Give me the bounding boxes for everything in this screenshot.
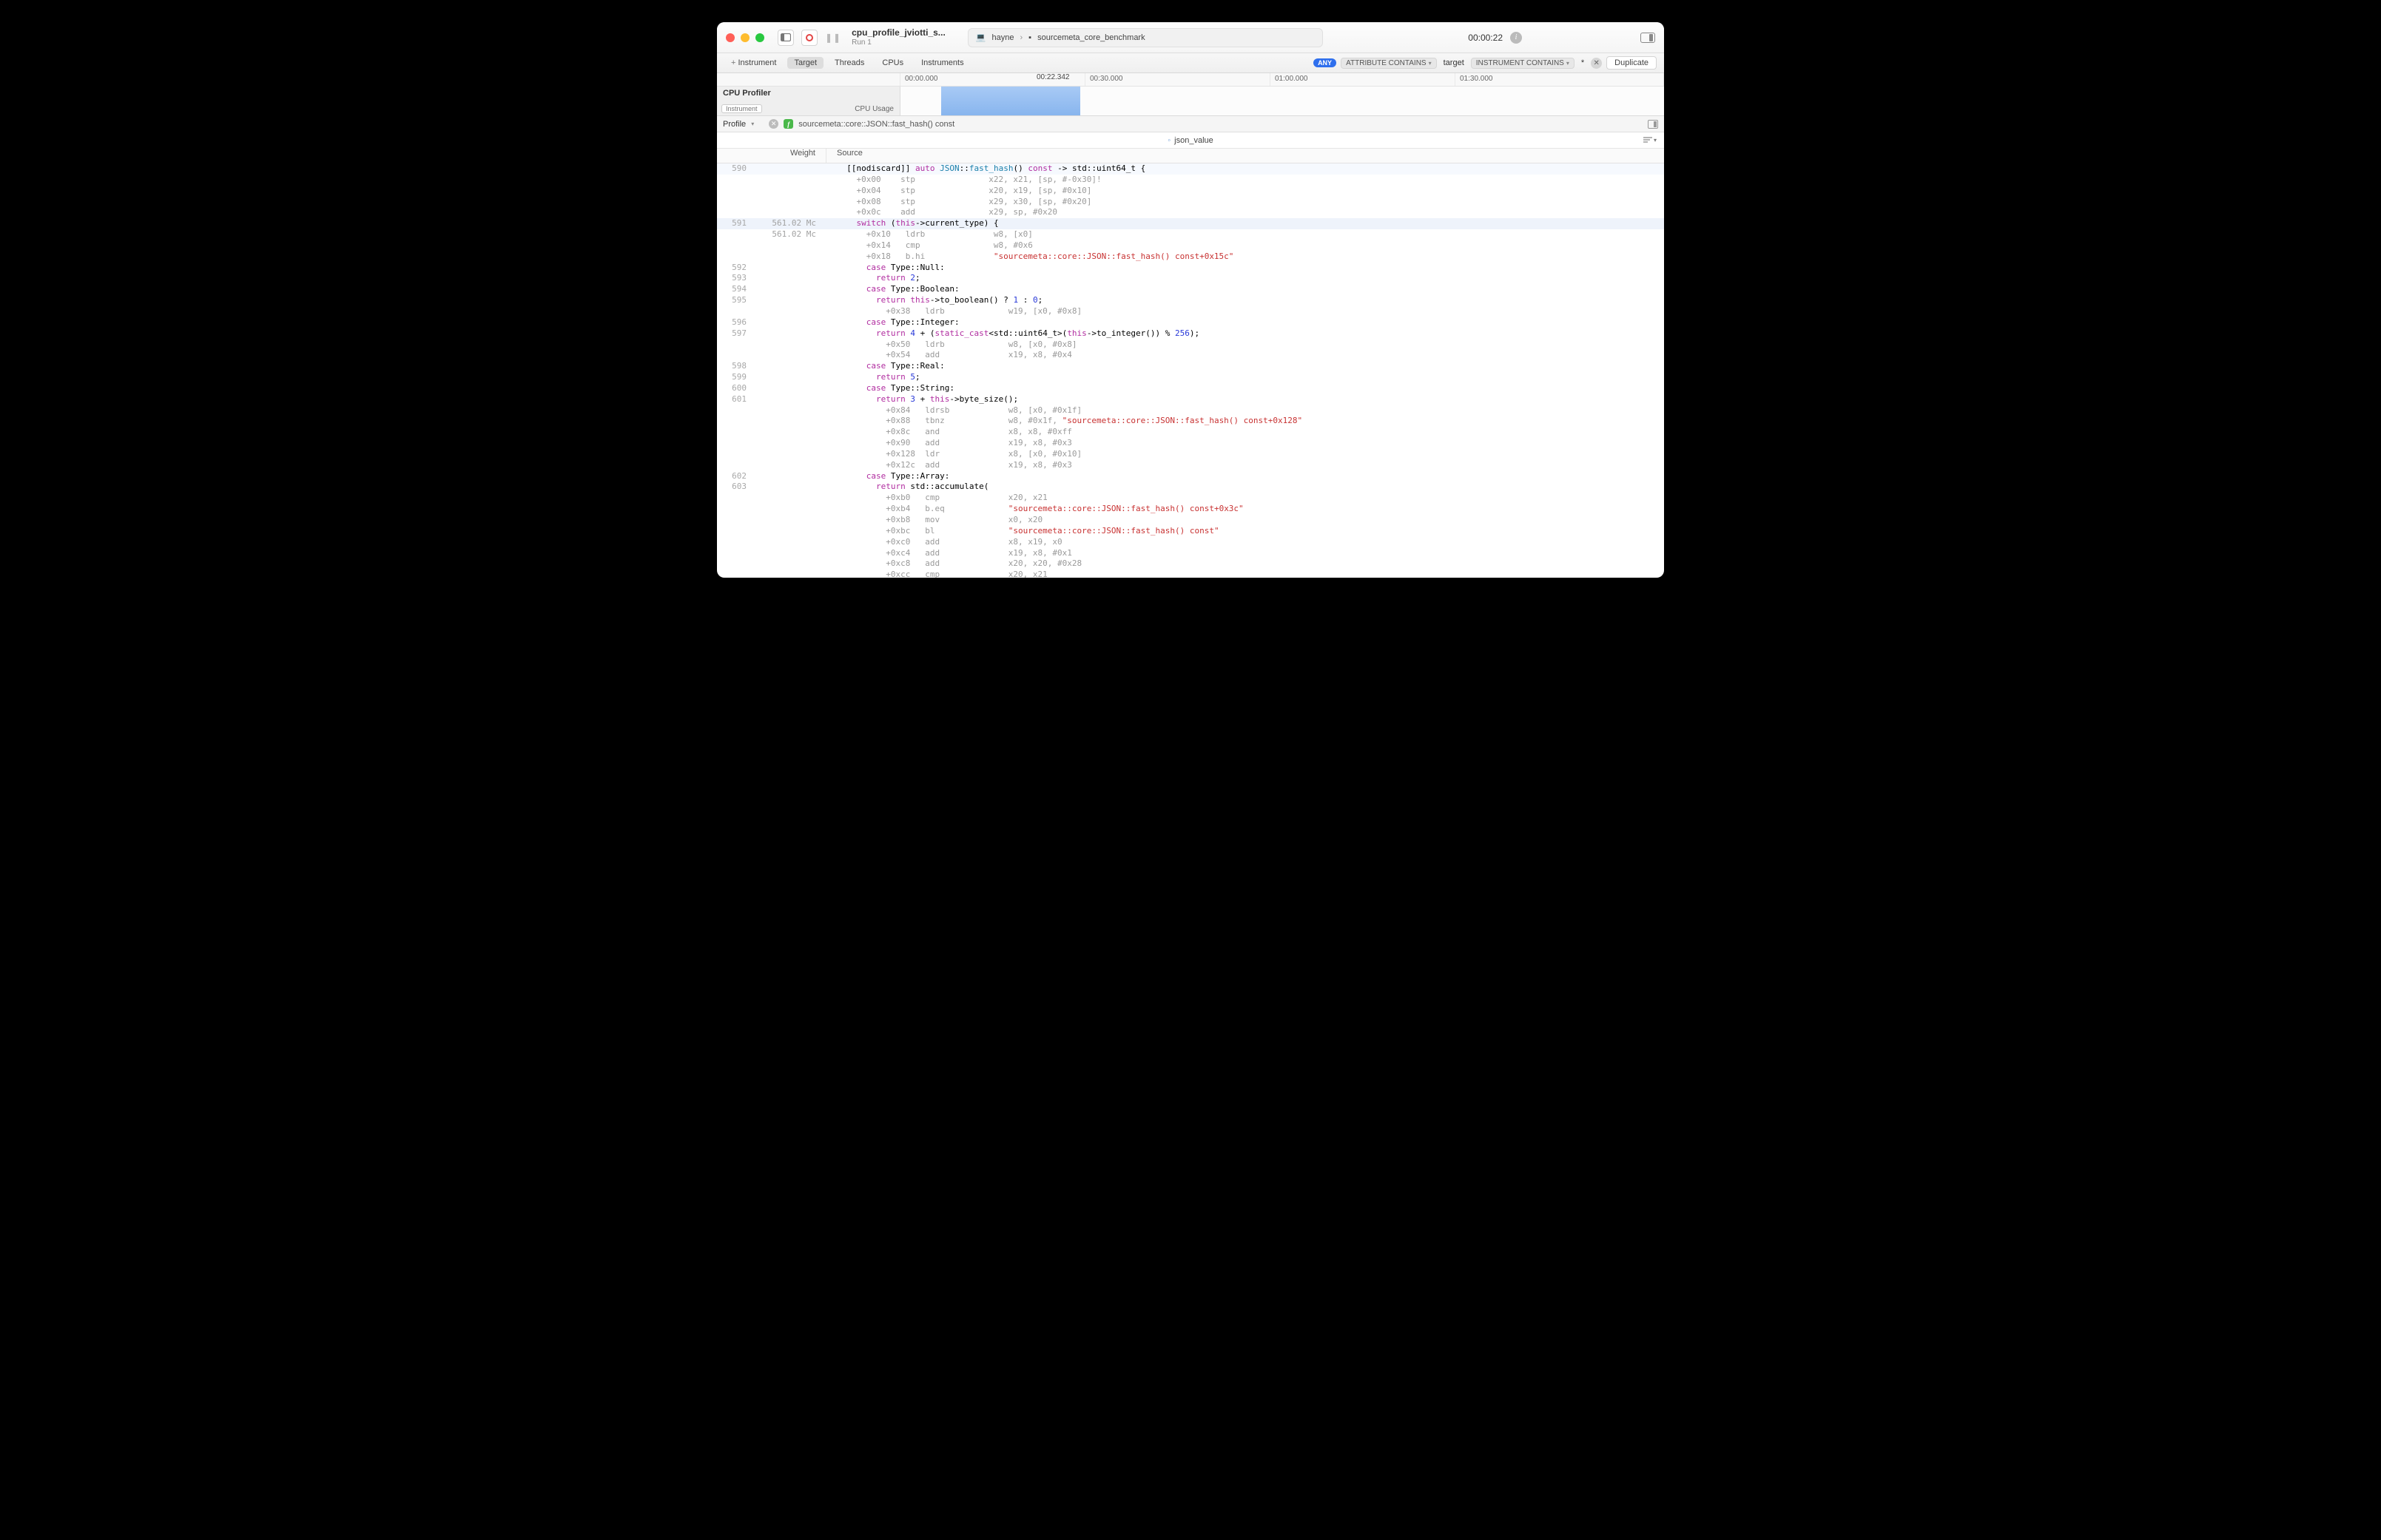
source-line[interactable]: +0x08 stp x29, x30, [sp, #0x20] <box>717 197 1664 208</box>
traffic-lights <box>726 33 764 42</box>
source-line[interactable]: +0xb0 cmp x20, x21 <box>717 493 1664 504</box>
pause-button[interactable]: ❚❚ <box>825 33 841 43</box>
track-plot[interactable]: 00:22.342 <box>900 87 1664 115</box>
tab-cpus[interactable]: CPUs <box>875 57 910 69</box>
source-line[interactable]: 599 return 5; <box>717 372 1664 383</box>
source-line[interactable]: 593 return 2; <box>717 273 1664 284</box>
source-line[interactable]: +0xc8 add x20, x20, #0x28 <box>717 558 1664 570</box>
track-metric: CPU Usage <box>855 105 894 113</box>
source-line[interactable]: +0x54 add x19, x8, #0x4 <box>717 350 1664 361</box>
titlebar: ❚❚ cpu_profile_jviotti_s... Run 1 💻 hayn… <box>717 22 1664 53</box>
source-line[interactable]: +0x128 ldr x8, [x0, #0x10] <box>717 449 1664 460</box>
source-line[interactable]: 592 case Type::Null: <box>717 263 1664 274</box>
terminal-icon: ▪ <box>1028 33 1031 42</box>
laptop-icon: 💻 <box>976 33 986 42</box>
cpu-profiler-track[interactable]: CPU Profiler Instrument CPU Usage 00:22.… <box>717 87 1664 116</box>
source-line[interactable]: +0xc0 add x8, x19, x0 <box>717 537 1664 548</box>
chevron-updown-icon[interactable]: ▾ <box>751 121 754 127</box>
source-line[interactable]: +0x88 tbnz w8, #0x1f, "sourcemeta::core:… <box>717 416 1664 427</box>
trace-subtitle: Run 1 <box>852 38 946 47</box>
source-line[interactable]: 561.02 Mc +0x10 ldrb w8, [x0] <box>717 229 1664 240</box>
source-line[interactable]: +0xbc bl "sourcemeta::core::JSON::fast_h… <box>717 526 1664 537</box>
right-panel-toggle[interactable] <box>1640 33 1655 43</box>
filter-attribute-value[interactable]: target <box>1441 58 1466 67</box>
track-name: CPU Profiler <box>723 89 894 98</box>
target-selector[interactable]: 💻 hayne › ▪ sourcemeta_core_benchmark <box>968 28 1323 47</box>
source-line[interactable]: +0x00 stp x22, x21, [sp, #-0x30]! <box>717 175 1664 186</box>
source-line[interactable]: 591561.02 Mc switch (this->current_type)… <box>717 218 1664 229</box>
source-line[interactable]: +0xb4 b.eq "sourcemeta::core::JSON::fast… <box>717 504 1664 515</box>
source-line[interactable]: +0x50 ldrb w8, [x0, #0x8] <box>717 340 1664 351</box>
source-line[interactable]: +0x90 add x19, x8, #0x3 <box>717 438 1664 449</box>
clear-filter-button[interactable]: ✕ <box>1591 58 1602 69</box>
filter-instrument-value[interactable]: * <box>1579 58 1586 67</box>
source-line[interactable]: +0xcc cmp x20, x21 <box>717 570 1664 578</box>
source-line[interactable]: 594 case Type::Boolean: <box>717 284 1664 295</box>
playhead-time: 00:22.342 <box>1037 73 1070 81</box>
source-line[interactable]: +0x8c and x8, x8, #0xff <box>717 427 1664 438</box>
view-selector[interactable]: Profile <box>723 120 746 129</box>
function-icon: f <box>784 119 793 129</box>
source-line[interactable]: +0x04 stp x20, x19, [sp, #0x10] <box>717 186 1664 197</box>
source-line[interactable]: 598 case Type::Real: <box>717 361 1664 372</box>
column-weight[interactable]: Weight <box>752 149 826 163</box>
source-file-tab[interactable]: ◦ json_value ▾ <box>717 132 1664 149</box>
timeline-ruler[interactable]: 00:00.000 00:30.000 01:00.000 01:30.000 <box>717 73 1664 87</box>
sidebar-toggle-button[interactable] <box>778 30 794 46</box>
source-line[interactable]: +0x84 ldrsb w8, [x0, #0x1f] <box>717 405 1664 416</box>
source-line[interactable]: 603 return std::accumulate( <box>717 482 1664 493</box>
add-instrument-button[interactable]: Instrument <box>724 57 783 69</box>
window-title: cpu_profile_jviotti_s... Run 1 <box>852 28 946 46</box>
info-icon[interactable]: i <box>1510 32 1522 44</box>
source-line[interactable]: +0x18 b.hi "sourcemeta::core::JSON::fast… <box>717 251 1664 263</box>
c-file-icon: ◦ <box>1168 136 1171 145</box>
breadcrumb-function[interactable]: sourcemeta::core::JSON::fast_hash() cons… <box>798 120 954 129</box>
source-line[interactable]: 595 return this->to_boolean() ? 1 : 0; <box>717 295 1664 306</box>
tab-target[interactable]: Target <box>787 57 824 69</box>
filter-mode-any[interactable]: ANY <box>1313 58 1336 67</box>
source-line[interactable]: +0x0c add x29, sp, #0x20 <box>717 207 1664 218</box>
inspector-toggle-icon[interactable] <box>1648 120 1658 129</box>
source-listing[interactable]: 590 [[nodiscard]] auto JSON::fast_hash()… <box>717 163 1664 578</box>
trace-title: cpu_profile_jviotti_s... <box>852 28 946 38</box>
minimize-icon[interactable] <box>741 33 750 42</box>
clear-path-button[interactable]: ✕ <box>769 119 778 129</box>
source-line[interactable]: 590 [[nodiscard]] auto JSON::fast_hash()… <box>717 163 1664 175</box>
chevron-down-icon: ▾ <box>1654 137 1657 143</box>
tab-threads[interactable]: Threads <box>828 57 871 69</box>
filter-toolbar: Instrument Target Threads CPUs Instrumen… <box>717 53 1664 73</box>
filter-attribute-contains[interactable]: ATTRIBUTE CONTAINS▾ <box>1341 58 1437 69</box>
filter-instrument-contains[interactable]: INSTRUMENT CONTAINS▾ <box>1471 58 1575 69</box>
chevron-right-icon: › <box>1020 33 1023 42</box>
chevron-down-icon: ▾ <box>1429 60 1432 67</box>
source-line[interactable]: 596 case Type::Integer: <box>717 317 1664 328</box>
source-line[interactable]: 601 return 3 + this->byte_size(); <box>717 394 1664 405</box>
source-columns-header: Weight Source <box>717 149 1664 163</box>
source-line[interactable]: +0x14 cmp w8, #0x6 <box>717 240 1664 251</box>
track-instrument-label[interactable]: Instrument <box>721 104 762 113</box>
detail-breadcrumb: Profile ▾ ✕ f sourcemeta::core::JSON::fa… <box>717 116 1664 132</box>
source-line[interactable]: 600 case Type::String: <box>717 383 1664 394</box>
source-line[interactable]: +0xc4 add x19, x8, #0x1 <box>717 548 1664 559</box>
target-host: hayne <box>992 33 1014 42</box>
cpu-usage-bar <box>941 87 1080 115</box>
close-icon[interactable] <box>726 33 735 42</box>
source-line[interactable]: +0x38 ldrb w19, [x0, #0x8] <box>717 306 1664 317</box>
source-line[interactable]: 602 case Type::Array: <box>717 471 1664 482</box>
elapsed-timer: 00:00:22 <box>1468 33 1503 43</box>
app-window: ❚❚ cpu_profile_jviotti_s... Run 1 💻 hayn… <box>717 22 1664 578</box>
source-line[interactable]: 597 return 4 + (static_cast<std::uint64_… <box>717 328 1664 340</box>
target-binary: sourcemeta_core_benchmark <box>1037 33 1145 42</box>
duplicate-button[interactable]: Duplicate <box>1606 56 1657 70</box>
source-line[interactable]: +0xb8 mov x0, x20 <box>717 515 1664 526</box>
sort-menu[interactable]: ▾ <box>1643 137 1657 144</box>
chevron-down-icon: ▾ <box>1566 60 1569 67</box>
source-line[interactable]: +0x12c add x19, x8, #0x3 <box>717 460 1664 471</box>
zoom-icon[interactable] <box>755 33 764 42</box>
column-source[interactable]: Source <box>826 149 863 163</box>
tab-instruments[interactable]: Instruments <box>915 57 970 69</box>
record-button[interactable] <box>801 30 818 46</box>
source-file-name: json_value <box>1174 136 1213 145</box>
